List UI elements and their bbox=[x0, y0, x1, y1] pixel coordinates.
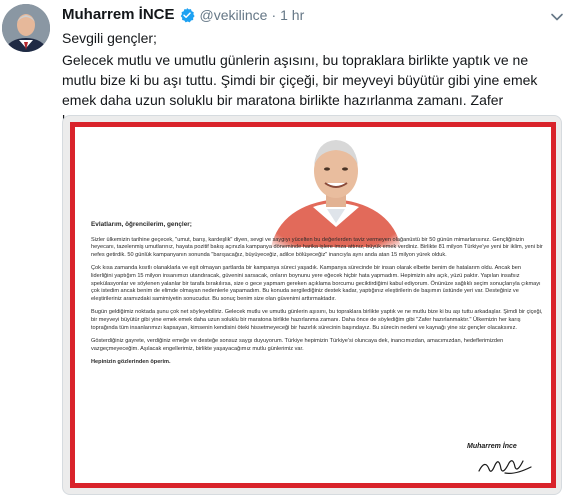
chevron-down-icon[interactable] bbox=[550, 10, 564, 24]
verified-badge-icon bbox=[180, 7, 195, 22]
separator-dot: · bbox=[271, 6, 277, 23]
letter-body: Evlatlarım, öğrencilerim, gençler; Sizle… bbox=[91, 221, 543, 367]
tweet-line-greeting: Sevgili gençler; bbox=[62, 30, 157, 46]
tweet-timestamp[interactable]: 1 hr bbox=[280, 7, 304, 23]
letter-paragraph: Gösterdiğiniz gayrete, verdiğiniz emeğe … bbox=[91, 338, 504, 352]
letter-paragraph: Sizler ülkemizin tarihine geçecek, "umut… bbox=[91, 236, 543, 258]
author-handle[interactable]: @vekilince bbox=[200, 7, 268, 23]
author-name[interactable]: Muharrem İNCE bbox=[62, 6, 175, 23]
signature-name: Muharrem İnce bbox=[467, 443, 517, 450]
tweet-media-image[interactable]: Evlatlarım, öğrencilerim, gençler; Sizle… bbox=[62, 115, 562, 495]
letter-paragraph: Bugün geldiğimiz noktada şunu çok net sö… bbox=[91, 309, 543, 331]
avatar[interactable] bbox=[2, 4, 50, 52]
letter-greeting: Evlatlarım, öğrencilerim, gençler; bbox=[91, 221, 192, 228]
letter-closing: Hepinizin gözlerinden öperim. bbox=[91, 359, 171, 366]
avatar-image bbox=[2, 4, 50, 52]
letter-document: Evlatlarım, öğrencilerim, gençler; Sizle… bbox=[70, 122, 556, 488]
handwritten-signature bbox=[478, 460, 532, 474]
letter-paragraph: Çok kısa zamanda kısıtlı olanaklarla ve … bbox=[91, 265, 541, 302]
